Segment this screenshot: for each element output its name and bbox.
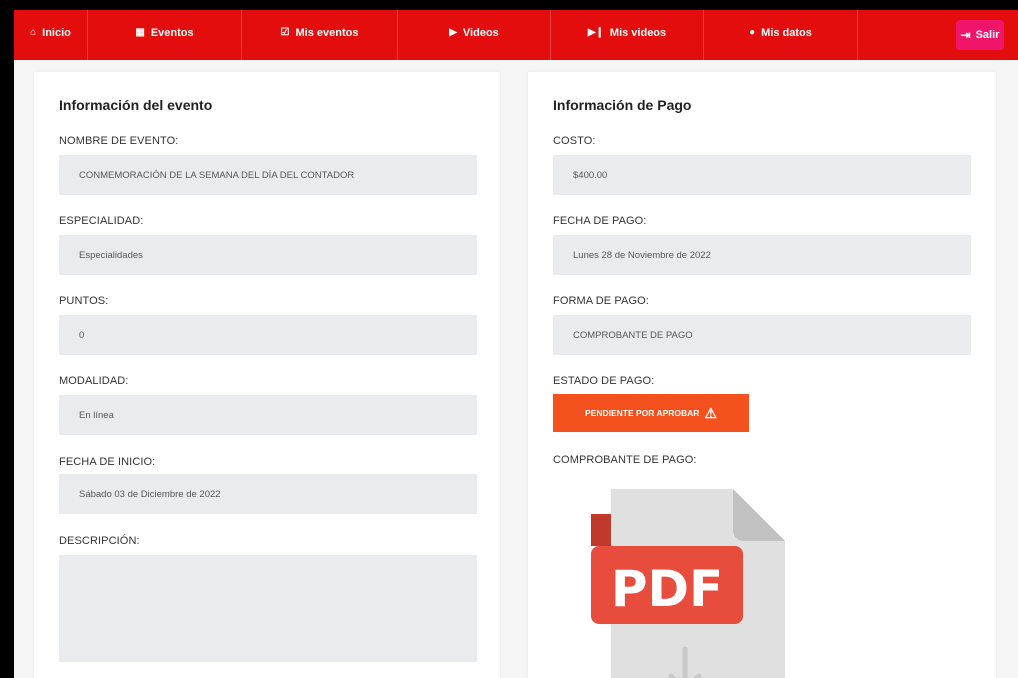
home-icon: ⌂ (30, 27, 37, 38)
event-info-card: Información del evento NOMBRE DE EVENTO:… (34, 72, 500, 678)
payment-status-text: PENDIENTE POR APROBAR (584, 408, 700, 418)
nav-item-inicio[interactable]: ⌂ Inicio (14, 10, 88, 60)
payment-date-label: FECHA DE PAGO: (553, 215, 647, 227)
nav-label: Inicio (42, 27, 71, 39)
payment-date-field: Lunes 28 de Noviembre de 2022 (553, 235, 971, 275)
pdf-download-icon[interactable]: PDF (573, 484, 793, 678)
start-date-field: Sábado 03 de Diciembre de 2022 (59, 474, 477, 514)
calendar-icon: ▦ (135, 27, 145, 38)
payment-status-badge[interactable]: PENDIENTE POR APROBAR ⚠ (553, 394, 749, 432)
receipt-label: COMPROBANTE DE PAGO: (553, 454, 697, 466)
event-name-field: CONMEMORACIÓN DE LA SEMANA DEL DÍA DEL C… (59, 155, 477, 195)
specialty-label: ESPECIALIDAD: (59, 215, 144, 227)
play-icon: ▶ (449, 27, 457, 38)
calendar-check-icon: ☑ (280, 27, 290, 38)
nav-label: Mis videos (609, 27, 667, 39)
pdf-file-svg: PDF (591, 489, 785, 678)
description-label: DESCRIPCIÓN: (59, 535, 140, 547)
warning-icon: ⚠ (704, 405, 717, 421)
cost-label: COSTO: (553, 135, 596, 147)
payment-method-field: COMPROBANTE DE PAGO (553, 315, 971, 355)
points-field: 0 (59, 315, 477, 355)
nav-item-videos[interactable]: ▶ Videos (398, 10, 551, 60)
logout-button[interactable]: ⇥ Salir (956, 20, 1004, 50)
modality-field: En línea (59, 395, 477, 435)
user-circle-icon: ● (749, 27, 756, 38)
nav-item-mis-eventos[interactable]: ☑ Mis eventos (242, 10, 398, 60)
event-info-title: Información del evento (59, 97, 213, 113)
payment-info-title: Información de Pago (553, 97, 692, 113)
payment-method-label: FORMA DE PAGO: (553, 295, 649, 307)
top-navbar: ⌂ Inicio ▦ Eventos ☑ Mis eventos ▶ Video… (14, 10, 1018, 60)
modality-label: MODALIDAD: (59, 375, 129, 387)
nav-item-mis-datos[interactable]: ● Mis datos (704, 10, 858, 60)
nav-label: Mis eventos (295, 27, 359, 39)
logout-label: Salir (975, 29, 1000, 41)
pdf-label-text: PDF (611, 560, 723, 618)
nav-item-mis-videos[interactable]: ▶❙ Mis videos (551, 10, 704, 60)
play-pause-icon: ▶❙ (587, 27, 604, 38)
nav-label: Videos (462, 27, 499, 39)
start-date-label: FECHA DE INICIO: (59, 456, 156, 468)
specialty-field: Especialidades (59, 235, 477, 275)
page-frame: ⌂ Inicio ▦ Eventos ☑ Mis eventos ▶ Video… (14, 10, 1018, 678)
nav-label: Eventos (150, 27, 194, 39)
nav-label: Mis datos (761, 27, 812, 39)
sign-out-icon: ⇥ (960, 28, 971, 42)
payment-status-label: ESTADO DE PAGO: (553, 375, 655, 387)
description-field (59, 555, 477, 662)
event-name-label: NOMBRE DE EVENTO: (59, 135, 179, 147)
points-label: PUNTOS: (59, 295, 109, 307)
nav-item-eventos[interactable]: ▦ Eventos (88, 10, 242, 60)
cost-field: $400.00 (553, 155, 971, 195)
payment-info-card: Información de Pago COSTO: $400.00 FECHA… (528, 72, 996, 678)
